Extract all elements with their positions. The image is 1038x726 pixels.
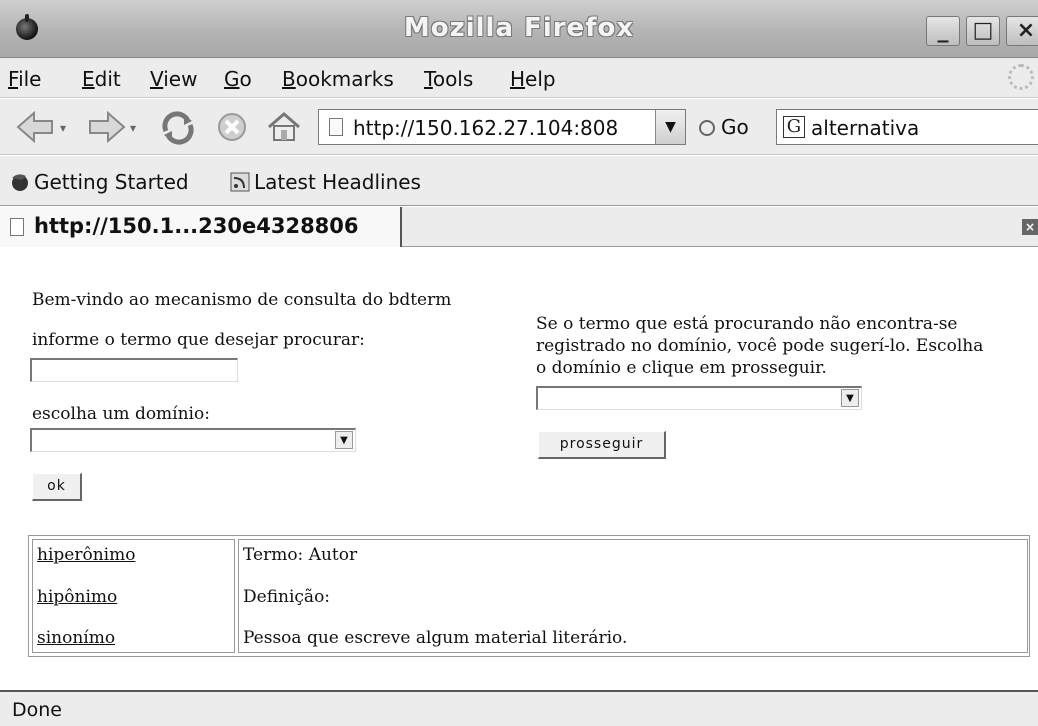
minimize-button[interactable]: _	[926, 16, 960, 46]
menu-edit-label: dit	[94, 67, 121, 91]
menu-go-label: o	[239, 67, 252, 91]
menu-bookmarks-label: ookmarks	[295, 67, 394, 91]
domain-prompt-label: escolha um domínio:	[32, 404, 210, 424]
menu-file-accel: F	[8, 67, 19, 91]
throbber-icon	[1008, 64, 1034, 90]
suggest-domain-select-arrow-icon[interactable]: ▼	[841, 389, 859, 407]
term-details-table: hiperônimo hipônimo sinonímo Termo: Auto…	[28, 535, 1030, 657]
bookmarks-toolbar: Getting Started Latest Headlines	[0, 156, 1038, 206]
firefox-bookmark-icon	[12, 174, 28, 191]
domain-select-arrow-icon[interactable]: ▼	[335, 431, 353, 449]
bookmark-getting-started[interactable]: Getting Started	[10, 170, 189, 194]
tab-strip: http://150.1...230e4328806 ×	[0, 207, 1038, 247]
hypernym-link[interactable]: hiperônimo	[37, 545, 135, 565]
term-name-text: Termo: Autor	[243, 545, 358, 565]
back-arrow-icon[interactable]	[16, 111, 56, 143]
relations-cell: hiperônimo hipônimo sinonímo	[32, 539, 235, 653]
tab-current-page[interactable]: http://150.1...230e4328806	[0, 207, 402, 247]
window-title-bar[interactable]: Mozilla Firefox _ □ ×	[0, 0, 1038, 58]
navigation-toolbar: ▾ ▾ http://150.162.27.104:808 ▼ Go G alt…	[0, 99, 1038, 155]
maximize-button[interactable]: □	[966, 16, 1000, 46]
status-bar: Done	[0, 690, 1038, 726]
menu-file[interactable]: File	[8, 67, 41, 91]
back-dropdown-icon[interactable]: ▾	[60, 121, 66, 135]
search-bar[interactable]: G alternativa	[776, 109, 1038, 145]
menu-tools[interactable]: Tools	[424, 67, 473, 91]
menu-view-accel: V	[150, 67, 164, 91]
menu-tools-label: ools	[432, 67, 474, 91]
menu-help[interactable]: Help	[510, 67, 556, 91]
term-detail-cell: Termo: Autor Definição: Pessoa que escre…	[238, 539, 1028, 653]
search-input[interactable]: alternativa	[811, 116, 919, 140]
definition-label: Definição:	[243, 587, 331, 607]
address-bar-url[interactable]: http://150.162.27.104:808	[353, 116, 653, 140]
bookmark-getting-started-label: Getting Started	[34, 170, 189, 194]
ok-button[interactable]: ok	[32, 473, 82, 501]
suggest-text-line-1: Se o termo que está procurando não encon…	[536, 314, 958, 334]
stop-icon[interactable]	[216, 111, 248, 143]
hyponym-link[interactable]: hipônimo	[37, 587, 117, 607]
menu-tools-accel: T	[424, 67, 433, 91]
bookmark-latest-headlines-label: Latest Headlines	[254, 170, 421, 194]
menu-file-label: ile	[18, 67, 42, 91]
menu-go[interactable]: Go	[224, 67, 252, 91]
close-tab-icon[interactable]: ×	[1022, 219, 1038, 235]
suggest-text-line-3: o domínio e clique em prosseguir.	[536, 358, 827, 378]
tab-title: http://150.1...230e4328806	[34, 214, 359, 238]
close-window-button[interactable]: ×	[1006, 16, 1038, 46]
definition-text: Pessoa que escreve algum material literá…	[243, 628, 628, 648]
go-icon	[699, 120, 715, 136]
term-prompt-label: informe o termo que desejar procurar:	[32, 330, 365, 350]
menu-bookmarks[interactable]: Bookmarks	[282, 67, 394, 91]
menu-help-accel: H	[510, 67, 526, 91]
address-bar[interactable]: http://150.162.27.104:808 ▼	[318, 109, 686, 145]
reload-icon[interactable]	[160, 111, 196, 145]
rss-feed-icon	[230, 172, 250, 192]
menu-bar: File Edit View Go Bookmarks Tools Help	[0, 58, 1038, 98]
suggest-text-line-2: registrado no domínio, você pode sugerí-…	[536, 336, 984, 356]
menu-help-label: elp	[525, 67, 556, 91]
menu-view-label: iew	[163, 67, 198, 91]
menu-view[interactable]: View	[150, 67, 197, 91]
address-history-dropdown-button[interactable]: ▼	[655, 110, 685, 144]
status-text: Done	[12, 699, 62, 721]
welcome-text: Bem-vindo ao mecanismo de consulta do bd…	[32, 290, 452, 310]
proceed-button[interactable]: prosseguir	[538, 431, 666, 459]
menu-go-accel: G	[224, 67, 240, 91]
bookmark-latest-headlines[interactable]: Latest Headlines	[230, 170, 421, 194]
page-icon	[329, 118, 343, 136]
go-button[interactable]: Go	[699, 115, 749, 139]
menu-edit-accel: E	[82, 67, 95, 91]
window-title: Mozilla Firefox	[403, 13, 635, 43]
term-search-input[interactable]	[30, 358, 238, 382]
menu-bookmarks-accel: B	[282, 67, 296, 91]
domain-select[interactable]: ▼	[30, 428, 356, 452]
forward-dropdown-icon[interactable]: ▾	[130, 121, 136, 135]
home-icon[interactable]	[266, 111, 302, 143]
go-label: Go	[721, 115, 749, 139]
google-search-engine-icon[interactable]: G	[783, 116, 805, 138]
menu-edit[interactable]: Edit	[82, 67, 121, 91]
forward-arrow-icon[interactable]	[86, 111, 126, 143]
tab-page-icon	[10, 218, 24, 236]
synonym-link[interactable]: sinonímo	[37, 628, 115, 648]
page-content: Bem-vindo ao mecanismo de consulta do bd…	[0, 248, 1038, 690]
suggest-domain-select[interactable]: ▼	[536, 386, 862, 410]
